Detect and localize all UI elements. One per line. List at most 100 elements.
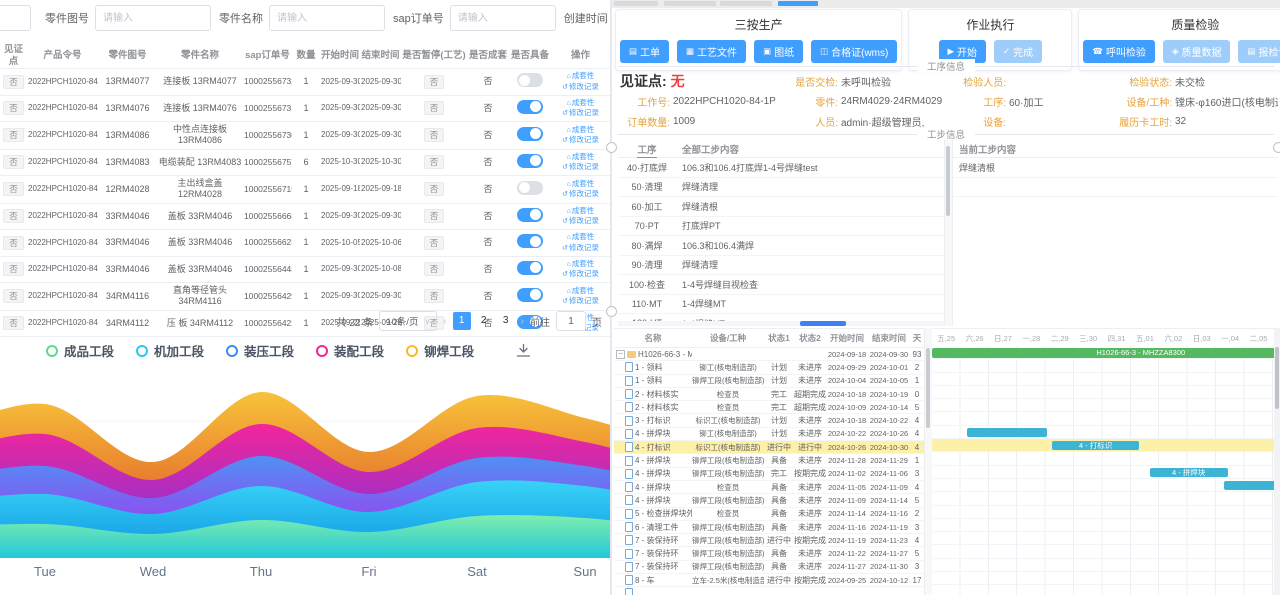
gantt-row[interactable]: 2 - 材料核实检查员完工超期完成2024-10-182024-10-190 (614, 388, 924, 401)
process-row[interactable]: 40·打底焊106.3和106.4打底焊1-4号焊缝test (618, 158, 944, 178)
process-row[interactable]: 80·满焊106.3和106.4满焊 (618, 236, 944, 256)
gantt-row[interactable]: 8 - 车立车-2.5米(核电制造部)进行中按期完成2024-09-252024… (614, 574, 924, 587)
process-row[interactable]: 100·检查1-4号焊缝目视检查 (618, 275, 944, 295)
completeness-link[interactable]: ⌂成套性 (554, 125, 607, 136)
ready-toggle[interactable] (517, 234, 543, 248)
gantt-bar[interactable]: H1026-66-3 - MHZZA8300 (932, 348, 1280, 358)
completeness-link[interactable]: ⌂成套性 (554, 232, 607, 243)
合格证(wms)-button[interactable]: ◫合格证(wms) (811, 40, 897, 63)
witness-point-value: 无 (671, 73, 685, 89)
splitter-handle[interactable] (606, 142, 617, 153)
page-button-3[interactable]: 3 (497, 312, 515, 330)
completeness-link[interactable]: ⌂成套性 (554, 206, 607, 217)
gantt-bar[interactable]: 4 - 拼焊块 (1150, 468, 1228, 477)
gantt-vertical-scrollbar-thumb[interactable] (1275, 347, 1279, 409)
modify-record-link[interactable]: ↺修改记录 (554, 162, 607, 173)
gantt-row[interactable]: −H1026-66-3 - MHZZA83002024-09-182024-09… (614, 348, 924, 361)
completeness-link[interactable]: ⌂成套性 (554, 98, 607, 109)
gantt-row[interactable]: 7 - 装保持环铆焊工段(核电制造部)具备未进序2024-11-272024-1… (614, 561, 924, 574)
completeness-icon: ⌂ (567, 127, 571, 134)
completeness-link[interactable]: ⌂成套性 (554, 152, 607, 163)
clipped-filter-input[interactable] (0, 5, 31, 31)
process-row[interactable]: 110·MT1-4焊缝MT (618, 295, 944, 315)
legend-item-4[interactable]: 装配工段 (316, 341, 384, 360)
ready-toggle[interactable] (517, 154, 543, 168)
gantt-row[interactable]: 4 - 拼焊块铆焊工段(核电制造部)完工按期完成2024-11-022024-1… (614, 468, 924, 481)
tab-stub[interactable] (614, 1, 658, 6)
gantt-row[interactable]: 7 - 装保持环铆焊工段(核电制造部)具备未进序2024-11-222024-1… (614, 547, 924, 560)
gantt-bar[interactable] (1224, 481, 1280, 490)
completeness-link[interactable]: ⌂成套性 (554, 71, 607, 82)
gantt-row[interactable]: 7 - 装保持环铆焊工段(核电制造部)进行中按期完成2024-11-192024… (614, 534, 924, 547)
process-row[interactable]: 60·加工焊缝清根 (618, 197, 944, 217)
工艺文件-button[interactable]: ▦工艺文件 (677, 40, 746, 63)
download-icon[interactable] (516, 343, 531, 363)
gantt-row[interactable]: 4 - 拼焊块铆工(核电制造部)计划未进序2024-10-222024-10-2… (614, 428, 924, 441)
工单-button[interactable]: ▤工单 (620, 40, 669, 63)
tab-stub-active[interactable] (778, 1, 818, 6)
modify-record-link[interactable]: ↺修改记录 (554, 296, 607, 307)
gantt-row[interactable]: 1 - 领料铆焊工段(核电制造部)计划未进序2024-10-042024-10-… (614, 375, 924, 388)
gantt-row[interactable]: 1 - 领料铆工(核电制造部)计划未进序2024-09-292024-10-01… (614, 361, 924, 374)
timeline-row (932, 426, 1280, 439)
报检记录-button[interactable]: ▤报检记录 (1238, 40, 1280, 63)
process-column-header[interactable]: 工序 (618, 142, 676, 156)
page-button-1[interactable]: 1 (453, 312, 471, 330)
part-name-input[interactable] (269, 5, 385, 31)
legend-item-1[interactable]: 成品工段 (46, 341, 114, 360)
gantt-bar[interactable]: 4 - 打标识 (1052, 441, 1139, 450)
ready-toggle[interactable] (517, 181, 543, 195)
prev-page-button[interactable]: ‹ (443, 316, 446, 327)
gantt-row[interactable]: 4 - 打标识标识工(核电制造部)进行中进行中2024-10-262024-10… (614, 441, 924, 454)
process-row[interactable]: 50·清理焊缝清理 (618, 178, 944, 198)
质量数据-button[interactable]: ◈质量数据 (1163, 40, 1231, 63)
gantt-row[interactable]: 3 - 打标识标识工(核电制造部)计划未进序2024-10-182024-10-… (614, 414, 924, 427)
gantt-row[interactable]: 6 - 清理工件铆焊工段(核电制造部)具备未进序2024-11-162024-1… (614, 521, 924, 534)
process-row[interactable]: 90·清理焊缝清理 (618, 256, 944, 276)
goto-page-input[interactable] (556, 311, 586, 331)
ready-toggle[interactable] (517, 288, 543, 302)
modify-record-link[interactable]: ↺修改记录 (554, 189, 607, 200)
page-button-2[interactable]: 2 (475, 312, 493, 330)
ready-toggle[interactable] (517, 73, 543, 87)
modify-record-link[interactable]: ↺修改记录 (554, 243, 607, 254)
呼叫检验-button[interactable]: ☎呼叫检验 (1083, 40, 1155, 63)
modify-record-link[interactable]: ↺修改记录 (554, 135, 607, 146)
modify-record-link[interactable]: ↺修改记录 (554, 108, 607, 119)
completeness-link[interactable]: ⌂成套性 (554, 179, 607, 190)
ready-toggle[interactable] (517, 261, 543, 275)
图纸-button[interactable]: ▣图纸 (754, 40, 803, 63)
modify-record-link[interactable]: ↺修改记录 (554, 216, 607, 227)
gantt-table-scrollbar-thumb[interactable] (926, 348, 930, 428)
tab-stub[interactable] (720, 1, 772, 6)
ready-toggle[interactable] (517, 127, 543, 141)
legend-item-2[interactable]: 机加工段 (136, 341, 204, 360)
completeness-link[interactable]: ⌂成套性 (554, 286, 607, 297)
gantt-row[interactable]: 5 - 检查拼焊块外径检查员具备未进序2024-11-142024-11-162 (614, 508, 924, 521)
page-size-select[interactable]: 10条/页∨ (379, 311, 437, 331)
splitter-handle[interactable] (1273, 142, 1280, 153)
gantt-row[interactable]: 2 - 材料核实检查员完工超期完成2024-10-092024-10-145 (614, 401, 924, 414)
horizontal-scrollbar-thumb[interactable] (800, 321, 846, 326)
next-page-button[interactable]: › (521, 316, 524, 327)
modify-record-link[interactable]: ↺修改记录 (554, 269, 607, 280)
tab-stub[interactable] (664, 1, 716, 6)
legend-item-3[interactable]: 装压工段 (226, 341, 294, 360)
process-row[interactable]: 70·PT打底焊PT (618, 217, 944, 237)
ready-toggle[interactable] (517, 208, 543, 222)
vertical-scrollbar-thumb[interactable] (946, 146, 950, 216)
splitter-handle[interactable] (606, 306, 617, 317)
gantt-row[interactable]: 4 - 拼焊块铆焊工段(核电制造部)具备未进序2024-11-282024-11… (614, 454, 924, 467)
gantt-row[interactable]: 4 - 拼焊块检查员具备未进序2024-11-052024-11-094 (614, 481, 924, 494)
collapse-icon[interactable]: − (616, 350, 625, 359)
完成-button[interactable]: ✓完成 (994, 40, 1042, 63)
sap-order-input[interactable] (450, 5, 556, 31)
gantt-row[interactable] (614, 587, 924, 595)
completeness-link[interactable]: ⌂成套性 (554, 259, 607, 270)
legend-item-5[interactable]: 铆焊工段 (406, 341, 474, 360)
gantt-bar[interactable] (967, 428, 1047, 437)
modify-record-link[interactable]: ↺修改记录 (554, 82, 607, 93)
gantt-row[interactable]: 4 - 拼焊块铆焊工段(核电制造部)具备未进序2024-11-092024-11… (614, 494, 924, 507)
ready-toggle[interactable] (517, 100, 543, 114)
part-drawing-no-input[interactable] (95, 5, 211, 31)
